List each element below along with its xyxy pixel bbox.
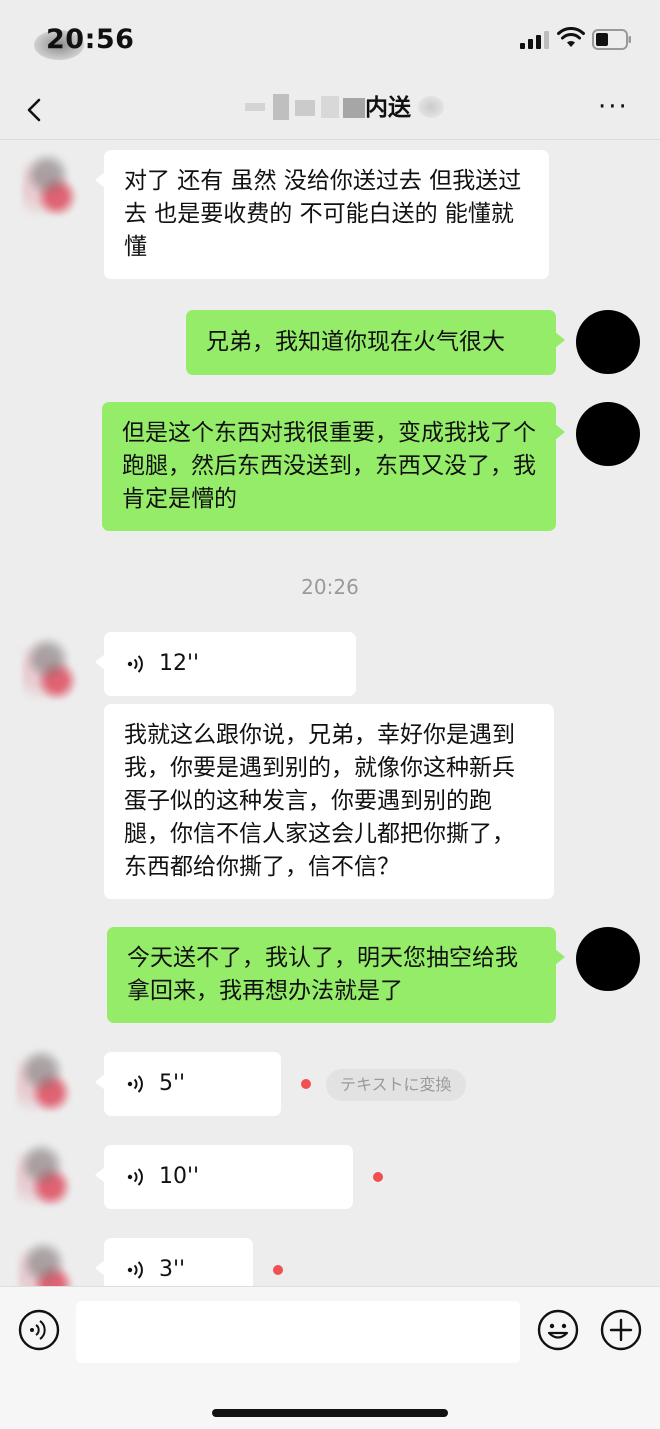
unread-dot	[301, 1079, 311, 1089]
emoji-icon[interactable]	[537, 1309, 579, 1351]
input-bar	[0, 1286, 660, 1429]
contact-name-smudge	[418, 96, 444, 118]
unread-dot	[273, 1265, 283, 1275]
plus-icon[interactable]	[600, 1309, 642, 1351]
voice-mode-icon[interactable]	[18, 1309, 60, 1351]
voice-message[interactable]: 5''	[95, 1052, 281, 1116]
avatar-self[interactable]	[576, 310, 640, 374]
avatar-contact[interactable]	[22, 636, 86, 700]
voice-duration: 12''	[159, 651, 200, 676]
message-bubble-outgoing[interactable]: 兄弟，我知道你现在火气很大	[186, 310, 565, 375]
more-icon[interactable]: ···	[598, 92, 634, 122]
message-text: 兄弟，我知道你现在火气很大	[206, 329, 505, 355]
voice-wave-icon	[127, 1168, 143, 1186]
avatar-contact[interactable]	[16, 1048, 80, 1112]
signal-icon	[520, 31, 549, 49]
message-text: 对了 还有 虽然 没给你送过去 但我送过去 也是要收费的 不可能白送的 能懂就懂	[124, 168, 522, 260]
chat-header: 内送 ···	[0, 80, 660, 140]
message-text: 但是这个东西对我很重要，变成我找了个跑腿，然后东西没送到，东西又没了，我肯定是懵…	[122, 420, 536, 512]
contact-name: 内送	[365, 95, 411, 121]
voice-message[interactable]: 12''	[95, 632, 356, 696]
avatar-self[interactable]	[576, 927, 640, 991]
back-icon[interactable]	[20, 90, 50, 130]
message-bubble-outgoing[interactable]: 但是这个东西对我很重要，变成我找了个跑腿，然后东西没送到，东西又没了，我肯定是懵…	[102, 402, 565, 531]
message-bubble-incoming[interactable]: 我就这么跟你说，兄弟，幸好你是遇到我，你要是遇到别的，就像你这种新兵蛋子似的这种…	[104, 704, 554, 899]
voice-duration: 3''	[159, 1257, 186, 1282]
message-text: 今天送不了，我认了，明天您抽空给我拿回来，我再想办法就是了	[127, 945, 518, 1004]
voice-wave-icon	[127, 1261, 143, 1279]
home-indicator	[212, 1409, 448, 1417]
avatar-self[interactable]	[576, 402, 640, 466]
message-bubble-incoming[interactable]: 对了 还有 虽然 没给你送过去 但我送过去 也是要收费的 不可能白送的 能懂就懂	[95, 150, 549, 279]
message-text: 我就这么跟你说，兄弟，幸好你是遇到我，你要是遇到别的，就像你这种新兵蛋子似的这种…	[124, 722, 515, 880]
message-bubble-outgoing[interactable]: 今天送不了，我认了，明天您抽空给我拿回来，我再想办法就是了	[107, 927, 565, 1023]
message-input[interactable]	[76, 1301, 520, 1363]
wifi-icon	[557, 27, 585, 47]
voice-duration: 10''	[159, 1164, 200, 1189]
status-bar: 20:56	[0, 0, 660, 80]
battery-icon	[592, 29, 631, 50]
chat-timestamp: 20:26	[301, 575, 359, 599]
contact-name-redacted	[245, 94, 365, 120]
voice-wave-icon	[127, 655, 143, 673]
avatar-contact[interactable]	[16, 1142, 80, 1206]
convert-to-text-button[interactable]: テキストに変換	[326, 1069, 466, 1101]
voice-wave-icon	[127, 1075, 143, 1093]
status-time: 20:56	[46, 24, 135, 55]
voice-message[interactable]: 10''	[95, 1145, 353, 1209]
avatar-contact[interactable]	[22, 152, 86, 216]
unread-dot	[373, 1172, 383, 1182]
voice-duration: 5''	[159, 1071, 186, 1096]
